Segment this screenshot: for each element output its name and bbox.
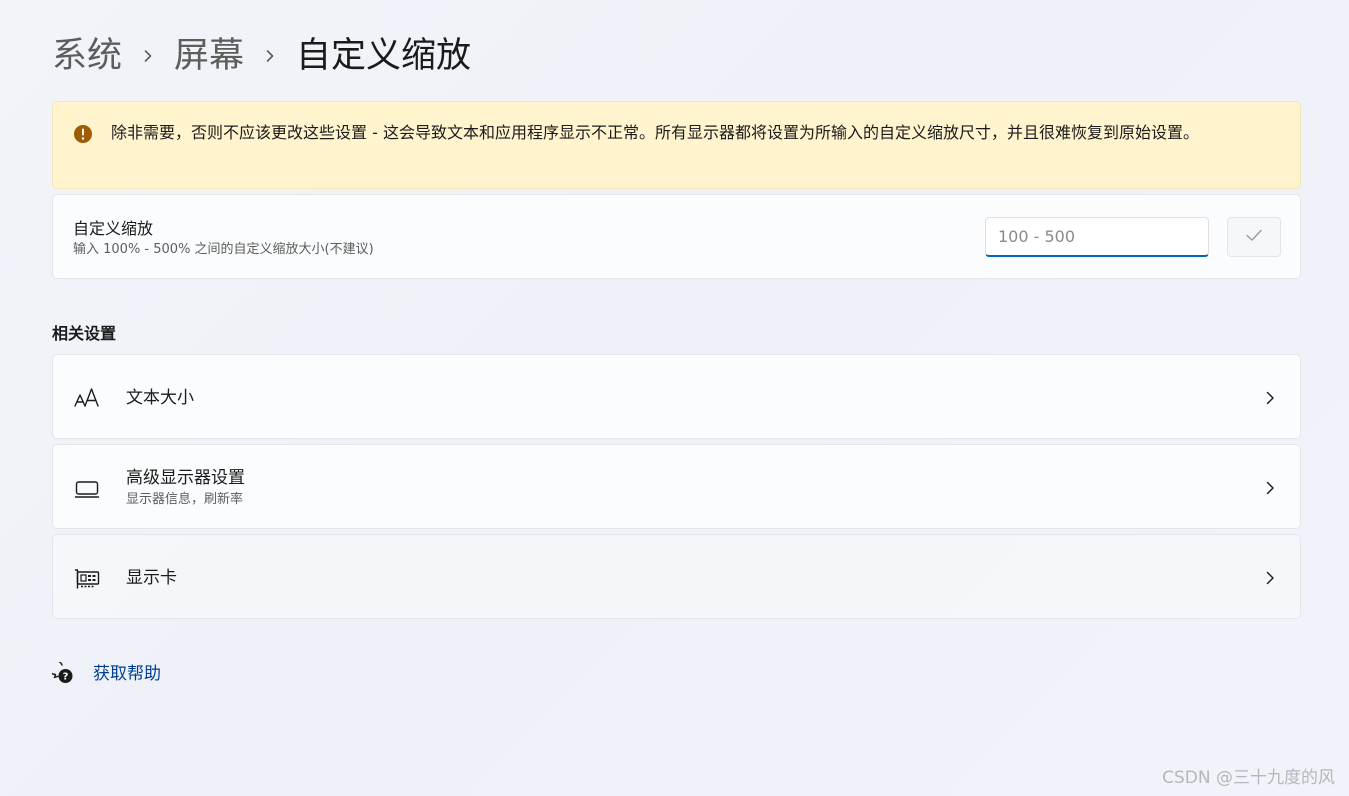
chevron-right-icon	[1262, 480, 1278, 496]
breadcrumb-item-display[interactable]: 屏幕	[174, 30, 244, 82]
apply-scaling-button[interactable]	[1227, 217, 1281, 257]
chevron-right-icon	[1262, 570, 1278, 586]
related-item-text-size[interactable]: 文本大小	[52, 354, 1301, 439]
related-item-label: 高级显示器设置	[126, 468, 245, 488]
get-help-link[interactable]: ? 获取帮助	[47, 659, 161, 688]
related-item-label: 文本大小	[126, 388, 194, 408]
graphics-card-icon	[73, 564, 101, 592]
related-item-graphics[interactable]: 显示卡	[52, 534, 1301, 619]
warning-circle-icon	[73, 124, 93, 144]
get-help-label: 获取帮助	[93, 664, 161, 684]
custom-scaling-title: 自定义缩放	[73, 219, 154, 238]
page-title: 自定义缩放	[296, 36, 472, 76]
custom-scaling-card: 自定义缩放 输入 100% - 500% 之间的自定义缩放大小(不建议)	[52, 194, 1301, 279]
breadcrumb: 系统 屏幕 自定义缩放	[52, 30, 471, 82]
custom-scaling-subtitle: 输入 100% - 500% 之间的自定义缩放大小(不建议)	[73, 242, 374, 257]
chevron-right-icon	[244, 49, 296, 63]
chevron-right-icon	[122, 49, 174, 63]
related-settings-header: 相关设置	[52, 324, 117, 343]
text-size-icon	[73, 384, 101, 412]
watermark: CSDN @三十九度的风	[1162, 768, 1335, 788]
chevron-right-icon	[1262, 390, 1278, 406]
svg-text:?: ?	[63, 672, 69, 683]
warning-text: 除非需要，否则不应该更改这些设置 - 这会导致文本和应用程序显示不正常。所有显示…	[111, 123, 1199, 142]
checkmark-icon	[1243, 224, 1265, 250]
warning-banner: 除非需要，否则不应该更改这些设置 - 这会导致文本和应用程序显示不正常。所有显示…	[52, 101, 1301, 189]
related-item-advanced-display[interactable]: 高级显示器设置 显示器信息，刷新率	[52, 444, 1301, 529]
custom-scaling-input[interactable]	[985, 217, 1209, 257]
monitor-icon	[73, 474, 101, 502]
help-chat-icon: ?	[47, 659, 74, 686]
related-item-subtitle: 显示器信息，刷新率	[126, 492, 244, 507]
breadcrumb-item-system[interactable]: 系统	[52, 30, 122, 82]
related-item-label: 显示卡	[126, 568, 177, 588]
